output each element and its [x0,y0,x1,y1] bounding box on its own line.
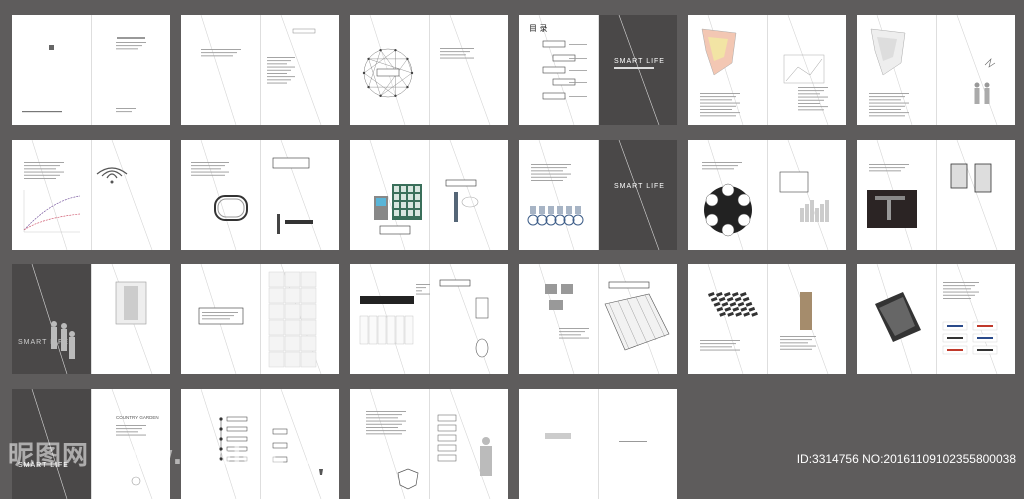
catalog-grid: 目 录 SMART LIFE SMART LIFE SMART LIFE SMART L… [0,0,1024,499]
brochure-spread[interactable] [519,264,677,374]
brochure-spread[interactable] [857,140,1015,250]
spread-artwork [700,264,829,374]
spread-artwork [545,433,647,442]
spread-artwork [875,264,998,374]
spread-artwork: SMART LIFE [18,264,153,374]
brochure-spread[interactable] [350,15,508,125]
spread-artwork [869,15,998,125]
spread-artwork [191,140,322,250]
spread-artwork [362,15,491,125]
brochure-spread[interactable] [350,389,508,499]
brochure-spread[interactable]: SMART LIFE [519,140,677,250]
brochure-spread[interactable] [181,140,339,250]
brochure-spread[interactable]: 目 录 SMART LIFE [519,15,677,125]
spread-artwork [198,264,322,374]
brochure-spread[interactable] [181,15,339,125]
smart-life-title: SMART LIFE [614,183,665,190]
brochure-spread[interactable] [519,389,677,499]
brochure-spread[interactable] [688,15,846,125]
brochure-spread[interactable] [350,140,508,250]
brochure-spread[interactable] [350,264,508,374]
brochure-spread[interactable] [857,15,1015,125]
brochure-spread[interactable]: SMART LIFE [12,264,170,374]
spread-artwork: SMART LIFE [527,140,665,250]
brochure-spread[interactable] [181,264,339,374]
country-garden-title: COUNTRY GARDEN [116,415,159,420]
watermark: 昵图网 www.nipic.com [8,441,333,471]
brochure-spread[interactable] [688,264,846,374]
spread-artwork [700,15,829,125]
spread-artwork [359,264,491,374]
spread-artwork [22,37,146,113]
spread-artwork [366,389,492,499]
spread-artwork [23,140,153,250]
svg-text:目 录: 目 录 [529,24,548,33]
brochure-spread[interactable] [688,140,846,250]
spread-artwork [369,140,491,250]
smart-life-title: SMART LIFE [614,58,665,65]
image-id-text: ID:3314756 NO:20161109102355800038 [796,452,1016,466]
spread-artwork [200,15,322,125]
spread-artwork [538,264,670,374]
brochure-spread[interactable] [12,140,170,250]
spread-artwork: 目 录 SMART LIFE [529,15,665,125]
brochure-spread[interactable] [12,15,170,125]
brochure-spread[interactable] [857,264,1015,374]
spread-artwork [867,140,998,250]
spread-artwork [702,140,829,250]
